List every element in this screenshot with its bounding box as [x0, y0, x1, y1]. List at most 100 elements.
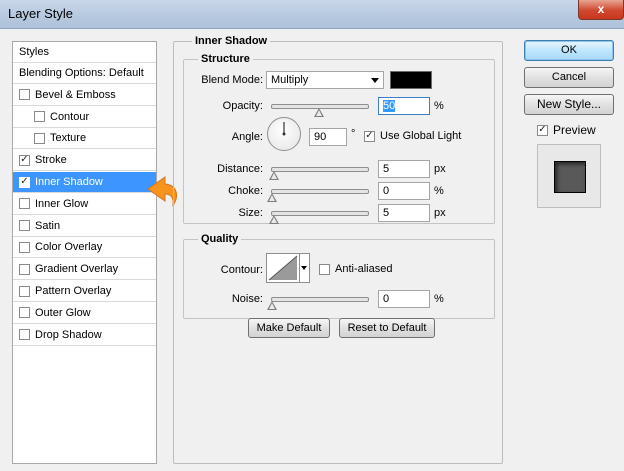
choke-slider[interactable]: [267, 189, 369, 202]
use-global-light-check[interactable]: ✓: [364, 130, 375, 142]
new-style-button[interactable]: New Style...: [524, 94, 614, 115]
styles-list: Styles Blending Options: Default Bevel & …: [12, 41, 157, 464]
shadow-color-swatch[interactable]: [390, 71, 432, 89]
dialog-body: Styles Blending Options: Default Bevel & …: [0, 29, 624, 471]
style-item-label: Outer Glow: [35, 306, 91, 319]
use-global-light-checkbox[interactable]: ✓ Use Global Light: [364, 130, 461, 142]
style-item-inner-glow[interactable]: Inner Glow: [13, 194, 156, 215]
opacity-unit: %: [434, 100, 444, 112]
contour-preview[interactable]: [266, 253, 300, 283]
style-item-label: Gradient Overlay: [35, 263, 119, 276]
style-item-texture[interactable]: Texture: [13, 128, 156, 150]
preview-label: Preview: [553, 123, 596, 137]
blend-mode-select[interactable]: Multiply: [266, 71, 384, 89]
size-input[interactable]: 5: [378, 204, 430, 222]
style-item-label: Bevel & Emboss: [35, 88, 116, 101]
size-value: 5: [383, 207, 390, 219]
choke-value: 0: [383, 185, 390, 197]
styles-header-label: Styles: [19, 46, 49, 58]
noise-value: 0: [383, 293, 390, 305]
style-item-color-overlay[interactable]: Color Overlay: [13, 237, 156, 259]
opacity-slider[interactable]: [271, 104, 369, 117]
distance-slider-thumb[interactable]: [268, 171, 279, 180]
angle-dial[interactable]: [267, 117, 301, 151]
style-item-checkbox[interactable]: [19, 198, 30, 210]
anti-aliased-checkbox[interactable]: Anti-aliased: [319, 263, 392, 275]
style-item-contour[interactable]: Contour: [13, 107, 156, 128]
quality-group: Quality Contour: Anti-aliased Noise: 0 %: [183, 233, 495, 319]
angle-label: Angle:: [231, 131, 263, 143]
style-item-inner-shadow[interactable]: ✓ Inner Shadow: [13, 172, 156, 193]
size-slider[interactable]: [268, 211, 369, 224]
style-item-drop-shadow[interactable]: Drop Shadow: [13, 325, 156, 346]
style-item-stroke[interactable]: ✓ Stroke: [13, 150, 156, 172]
noise-input[interactable]: 0: [378, 290, 430, 308]
style-item-label: Blending Options: Default: [19, 67, 144, 79]
style-preview-swatch: [554, 161, 586, 193]
use-global-light-label: Use Global Light: [380, 130, 462, 142]
noise-slider[interactable]: [267, 297, 369, 310]
distance-value: 5: [383, 163, 390, 175]
style-item-label: Inner Shadow: [35, 176, 103, 188]
choke-unit: %: [434, 185, 444, 197]
preview-checkbox[interactable]: ✓ Preview: [537, 123, 596, 137]
distance-slider[interactable]: [268, 167, 369, 180]
style-item-label: Color Overlay: [35, 241, 103, 254]
style-item-label: Contour: [50, 110, 90, 123]
style-item-checkbox[interactable]: [19, 241, 30, 253]
distance-label: Distance:: [217, 163, 263, 175]
style-item-pattern-overlay[interactable]: Pattern Overlay: [13, 281, 156, 302]
distance-unit: px: [434, 163, 446, 175]
ok-button[interactable]: OK: [524, 40, 614, 61]
style-item-checkbox[interactable]: [19, 285, 30, 297]
distance-input[interactable]: 5: [378, 160, 430, 178]
structure-title: Structure: [198, 53, 253, 65]
choke-input[interactable]: 0: [378, 182, 430, 200]
style-item-checkbox[interactable]: ✓: [19, 176, 30, 188]
style-item-checkbox[interactable]: [19, 89, 30, 101]
opacity-slider-thumb[interactable]: [314, 108, 324, 117]
size-slider-thumb[interactable]: [268, 215, 279, 224]
style-item-gradient-overlay[interactable]: Gradient Overlay: [13, 259, 156, 281]
blend-mode-value: Multiply: [271, 74, 309, 86]
size-unit: px: [434, 207, 446, 219]
style-item-checkbox[interactable]: [19, 307, 30, 319]
styles-list-header[interactable]: Styles: [13, 42, 156, 63]
anti-aliased-check[interactable]: [319, 263, 330, 275]
inner-shadow-panel: Inner Shadow Structure Blend Mode: Multi…: [173, 35, 503, 464]
angle-dial-needle: [282, 122, 286, 136]
preview-check[interactable]: ✓: [537, 124, 548, 136]
noise-slider-thumb[interactable]: [267, 301, 277, 310]
cancel-button[interactable]: Cancel: [524, 67, 614, 88]
close-button[interactable]: x: [578, 0, 624, 20]
angle-value: 90: [314, 131, 327, 143]
style-item-label: Inner Glow: [35, 197, 89, 210]
style-item-label: Pattern Overlay: [35, 285, 112, 297]
style-item-bevel-emboss[interactable]: Bevel & Emboss: [13, 85, 156, 106]
opacity-input[interactable]: 50: [378, 97, 430, 115]
style-item-checkbox[interactable]: [19, 220, 30, 232]
inner-shadow-title: Inner Shadow: [192, 35, 271, 47]
style-item-blending-options-default[interactable]: Blending Options: Default: [13, 63, 156, 84]
close-icon: x: [597, 2, 605, 16]
style-item-checkbox[interactable]: [34, 132, 45, 144]
chevron-down-icon: [371, 78, 379, 83]
style-item-checkbox[interactable]: [19, 263, 30, 275]
choke-slider-thumb[interactable]: [267, 193, 277, 202]
angle-input[interactable]: 90: [309, 128, 347, 146]
angle-unit: °: [351, 128, 356, 140]
blend-mode-label: Blend Mode:: [201, 74, 263, 86]
noise-label: Noise:: [231, 293, 263, 305]
style-item-checkbox[interactable]: [34, 111, 45, 123]
reset-to-default-button[interactable]: Reset to Default: [339, 318, 435, 338]
style-preview: [537, 144, 601, 208]
style-item-outer-glow[interactable]: Outer Glow: [13, 303, 156, 324]
style-item-label: Satin: [35, 219, 61, 232]
style-item-checkbox[interactable]: ✓: [19, 154, 30, 166]
make-default-button[interactable]: Make Default: [248, 318, 330, 338]
choke-label: Choke:: [228, 185, 263, 197]
style-item-checkbox[interactable]: [19, 329, 30, 341]
style-item-label: Drop Shadow: [35, 328, 102, 341]
contour-dropdown-button[interactable]: [300, 253, 310, 283]
style-item-satin[interactable]: Satin: [13, 216, 156, 237]
